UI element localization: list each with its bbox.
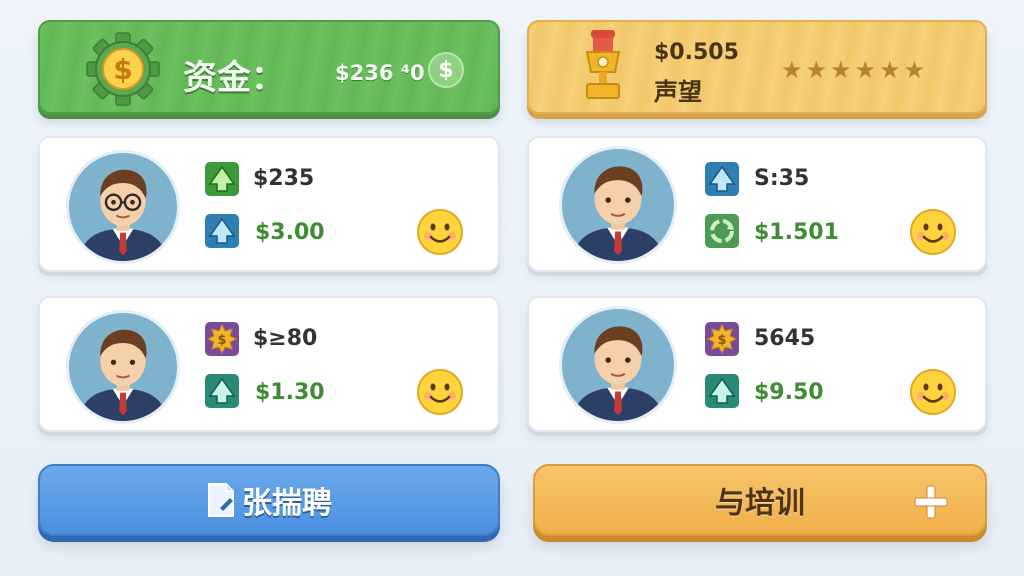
- reputation-value: $0.505: [654, 40, 739, 65]
- blue-arrow-icon: [205, 214, 239, 248]
- hire-button-label: 张揣聘: [242, 486, 332, 521]
- star-icon: ★: [830, 56, 852, 84]
- green-recycle-icon: [705, 214, 739, 248]
- funds-value: $236 ⁴0: [335, 61, 425, 85]
- employee-stat-secondary: $1.501: [754, 220, 839, 245]
- employee-avatar: [66, 150, 180, 264]
- employee-avatar: [559, 146, 677, 264]
- coin-burst-icon: $: [705, 322, 739, 356]
- coin-burst-icon: $: [205, 322, 239, 356]
- blue-arrow-icon: [705, 162, 739, 196]
- employee-stat-secondary: $1.30: [255, 380, 325, 405]
- plus-icon: [914, 485, 948, 519]
- smiley-icon: [417, 209, 463, 255]
- star-icon: ★: [903, 56, 926, 84]
- employee-stat-secondary: $3.00: [255, 220, 325, 245]
- employee-stat-primary: $235: [253, 166, 315, 191]
- coin-icon[interactable]: $: [428, 52, 464, 88]
- star-icon: ★: [805, 56, 828, 84]
- employee-stat-primary: $≥80: [253, 326, 318, 351]
- funds-label: 资金：: [183, 58, 285, 98]
- teal-arrow-icon: [205, 374, 239, 408]
- star-icon: ★: [854, 56, 877, 84]
- star-icon: ★: [879, 56, 901, 84]
- svg-text:$: $: [717, 333, 726, 348]
- employee-stat-primary: 5645: [754, 326, 816, 351]
- svg-text:$: $: [113, 53, 132, 86]
- teal-arrow-icon: [705, 374, 739, 408]
- employee-card[interactable]: S:35 $1.501: [527, 136, 987, 272]
- reputation-bar: $0.505 声望 ★ ★ ★ ★ ★ ★: [527, 20, 987, 114]
- train-button-label: 与培训: [715, 486, 805, 521]
- employee-card[interactable]: $ 5645 $9.50: [527, 296, 987, 432]
- employee-stat-primary: S:35: [754, 166, 810, 191]
- smiley-icon: [910, 369, 956, 415]
- employee-card[interactable]: $235 $3.00: [38, 136, 500, 272]
- svg-text:$: $: [217, 333, 226, 348]
- trophy-icon: [585, 30, 621, 99]
- funds-bar: $ 资金： $236 ⁴0 $: [38, 20, 500, 114]
- hire-button[interactable]: 张揣聘: [38, 464, 500, 536]
- employee-avatar: [66, 310, 180, 424]
- train-button[interactable]: 与培训: [533, 464, 987, 536]
- smiley-icon: [417, 369, 463, 415]
- reputation-label: 声望: [654, 78, 702, 106]
- employee-avatar: [559, 306, 677, 424]
- star-icon: ★: [781, 56, 803, 84]
- money-gear-icon: $: [86, 32, 160, 106]
- green-arrow-icon: [205, 162, 239, 196]
- smiley-icon: [910, 209, 956, 255]
- employee-stat-secondary: $9.50: [754, 380, 824, 405]
- employee-card[interactable]: $ $≥80 $1.30: [38, 296, 500, 432]
- reputation-stars: ★ ★ ★ ★ ★ ★: [781, 58, 925, 82]
- document-icon: [208, 483, 234, 517]
